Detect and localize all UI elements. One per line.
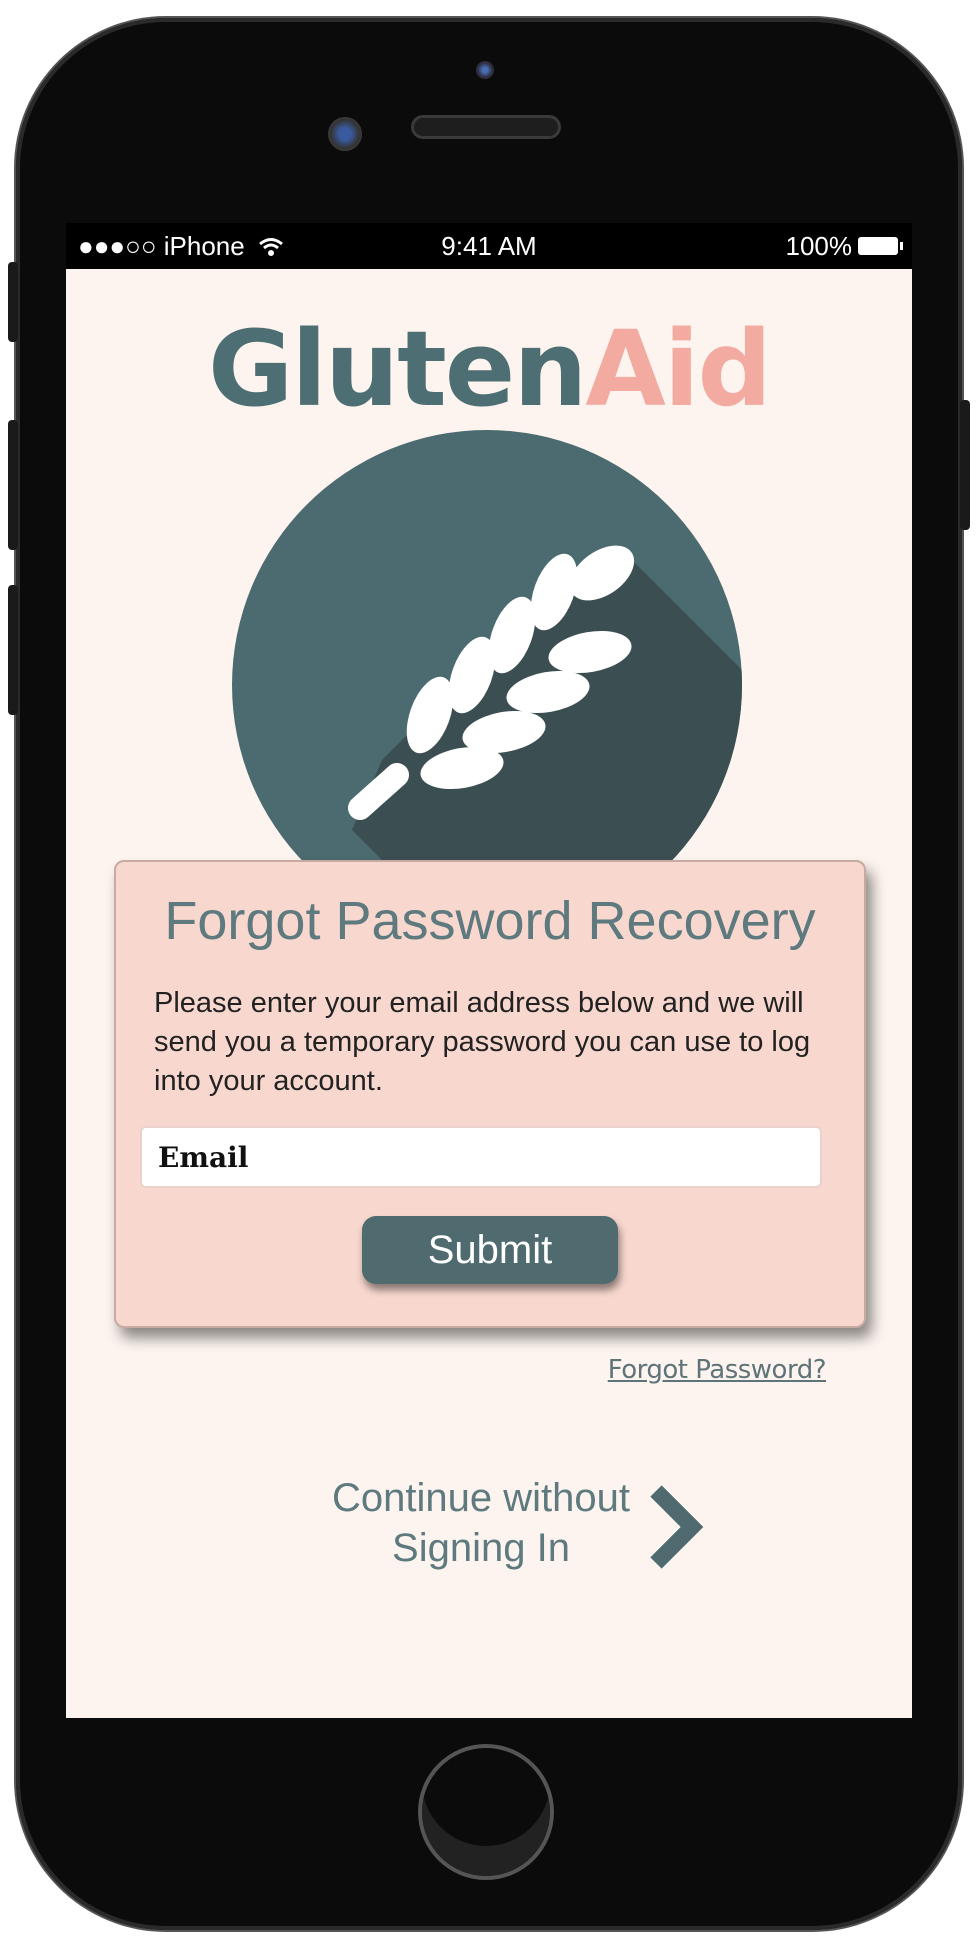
- submit-button[interactable]: Submit: [362, 1216, 618, 1284]
- volume-up-button: [8, 420, 18, 550]
- forgot-password-modal: Forgot Password Recovery Please enter yo…: [114, 860, 866, 1328]
- forgot-password-link[interactable]: Forgot Password?: [608, 1355, 827, 1385]
- continue-label-line1: Continue without: [332, 1476, 630, 1520]
- email-field[interactable]: [140, 1126, 822, 1188]
- modal-description: Please enter your email address below an…: [154, 987, 811, 1097]
- battery-icon: [858, 237, 903, 255]
- battery-percent: 100%: [785, 231, 853, 261]
- continue-label: Continue without Signing In: [326, 1473, 636, 1573]
- app-screen: ●●●○○ iPhone 9:41 AM 100% GlutenAid Forg…: [66, 223, 912, 1718]
- volume-down-button: [8, 585, 18, 715]
- logo-text-aid: Aid: [585, 308, 772, 430]
- front-camera: [476, 61, 494, 79]
- continue-without-signin[interactable]: Continue without Signing In: [326, 1473, 726, 1593]
- power-button: [960, 400, 970, 530]
- earpiece-speaker: [414, 118, 558, 136]
- home-button[interactable]: [422, 1748, 550, 1876]
- chevron-right-icon: [650, 1485, 704, 1569]
- app-logo: GlutenAid: [66, 308, 912, 430]
- modal-title: Forgot Password Recovery: [164, 891, 816, 951]
- mute-switch: [8, 262, 18, 342]
- proximity-sensor: [328, 117, 362, 151]
- continue-label-line2: Signing In: [392, 1526, 570, 1570]
- logo-text-gluten: Gluten: [208, 308, 587, 430]
- status-bar: ●●●○○ iPhone 9:41 AM 100%: [66, 223, 912, 269]
